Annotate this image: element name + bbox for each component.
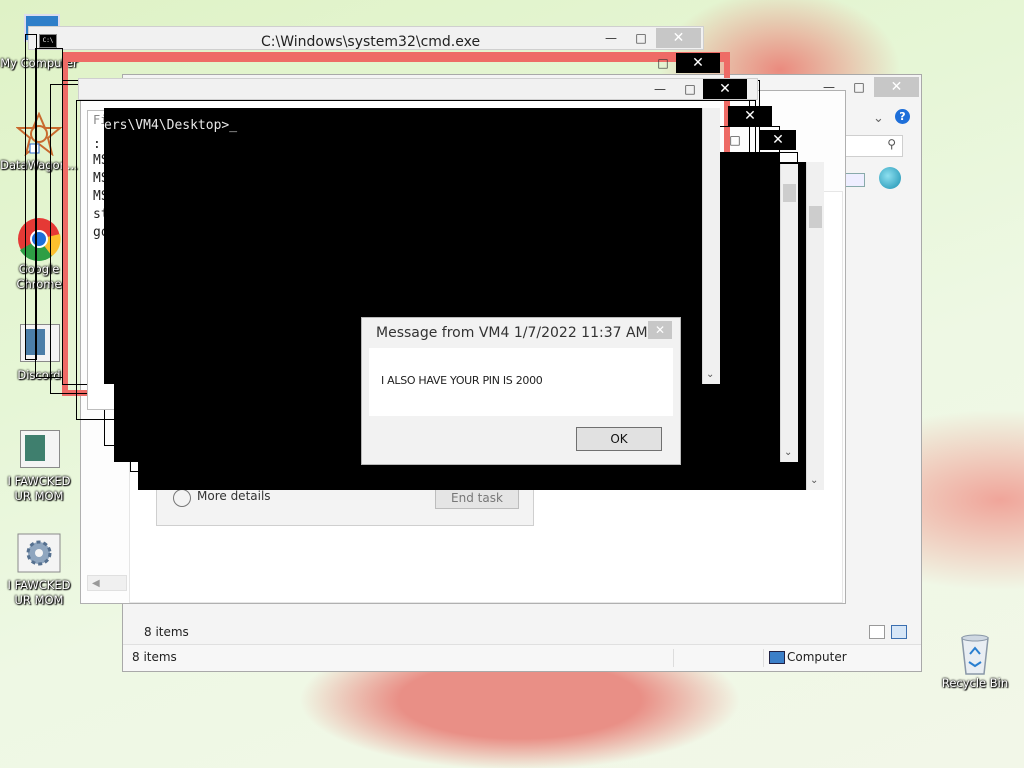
cmd-window-red-titlebar: □ ✕ (630, 53, 730, 73)
chevron-down-icon[interactable]: ⌄ (784, 447, 792, 458)
recycle-bin-icon (952, 630, 998, 675)
search-icon[interactable]: ⚲ (887, 137, 896, 151)
close-button[interactable]: ✕ (648, 321, 672, 339)
minimize-button[interactable]: — (645, 79, 675, 99)
cmd-prompt-line[interactable]: ers\VM4\Desktop>_ (104, 118, 237, 133)
desktop-icon-recycle-bin[interactable]: Recycle Bin (936, 630, 1014, 691)
chevron-down-icon[interactable]: ⌄ (810, 475, 818, 486)
more-details-link[interactable]: More details (197, 489, 271, 503)
help-icon[interactable]: ? (895, 109, 910, 124)
shortcut-icon (16, 428, 62, 472)
horizontal-scrollbar[interactable]: ◀ (87, 575, 127, 591)
inner-items-count: 8 items (144, 625, 189, 639)
status-divider (763, 649, 764, 667)
explorer-status-bar: 8 items Computer (123, 644, 921, 671)
status-divider (673, 649, 674, 667)
fragment-line: : (93, 137, 101, 152)
details-view-icon[interactable] (869, 625, 885, 639)
chevron-circle-icon[interactable] (173, 489, 191, 507)
close-button[interactable]: ✕ (656, 28, 701, 48)
desktop: My Computer DataWagon... Google Chrome D… (0, 0, 1024, 768)
maximize-button[interactable]: □ (675, 79, 705, 99)
chevron-down-icon[interactable]: ⌄ (873, 111, 884, 126)
message-dialog-title: Message from VM4 1/7/2022 11:37 AM (376, 325, 648, 341)
desktop-icon-label: I FAWCKED UR MOM (7, 578, 71, 607)
shell-icon[interactable] (879, 167, 901, 189)
desktop-icon-fawcked-2[interactable]: I FAWCKED UR MOM (0, 532, 78, 608)
cmd-window-fourth-buttons: □ ✕ (720, 130, 800, 152)
close-button[interactable]: ✕ (676, 53, 720, 73)
minimize-button[interactable]: — (596, 28, 626, 48)
status-location: Computer (787, 650, 847, 664)
maximize-button[interactable]: □ (844, 77, 874, 97)
cmd-title-buttons: — □ ✕ (596, 28, 701, 50)
desktop-icon-label: Recycle Bin (941, 676, 1009, 690)
maximize-button[interactable]: □ (720, 130, 750, 150)
status-items-count: 8 items (132, 650, 177, 664)
close-button[interactable]: ✕ (874, 77, 919, 97)
large-icons-view-icon[interactable] (891, 625, 907, 639)
desktop-icon-fawcked-1[interactable]: I FAWCKED UR MOM (0, 428, 78, 504)
end-task-button[interactable]: End task (435, 487, 519, 509)
vertical-scrollbar[interactable]: ⌄ (702, 108, 720, 384)
chevron-down-icon[interactable]: ⌄ (706, 369, 714, 380)
cmd-app-icon: C:\ (39, 34, 57, 48)
message-body-text: I ALSO HAVE YOUR PIN IS 2000 (381, 374, 543, 387)
close-button[interactable]: ✕ (703, 79, 747, 99)
scroll-thumb[interactable] (809, 206, 822, 228)
close-button[interactable]: ✕ (760, 130, 796, 150)
vertical-scrollbar[interactable]: ⌄ (780, 164, 798, 462)
vertical-scrollbar[interactable]: ⌄ (806, 162, 824, 490)
ok-button[interactable]: OK (576, 427, 662, 451)
computer-icon (769, 651, 785, 664)
message-body-panel: I ALSO HAVE YOUR PIN IS 2000 (369, 348, 673, 416)
maximize-button[interactable]: □ (626, 28, 656, 48)
desktop-icon-label: I FAWCKED UR MOM (7, 474, 71, 503)
view-icon[interactable] (845, 173, 865, 187)
maximize-button[interactable]: □ (648, 53, 678, 73)
settings-icon (16, 532, 62, 576)
scroll-thumb[interactable] (783, 184, 796, 202)
cmd-window-title: C:\Windows\system32\cmd.exe (261, 34, 481, 50)
cmd-window-second: — □ ✕ (78, 78, 758, 100)
message-dialog: Message from VM4 1/7/2022 11:37 AM ✕ I A… (361, 317, 681, 465)
cmd-window: C:\ C:\Windows\system32\cmd.exe — □ ✕ (28, 26, 704, 50)
close-button[interactable]: ✕ (728, 106, 772, 126)
